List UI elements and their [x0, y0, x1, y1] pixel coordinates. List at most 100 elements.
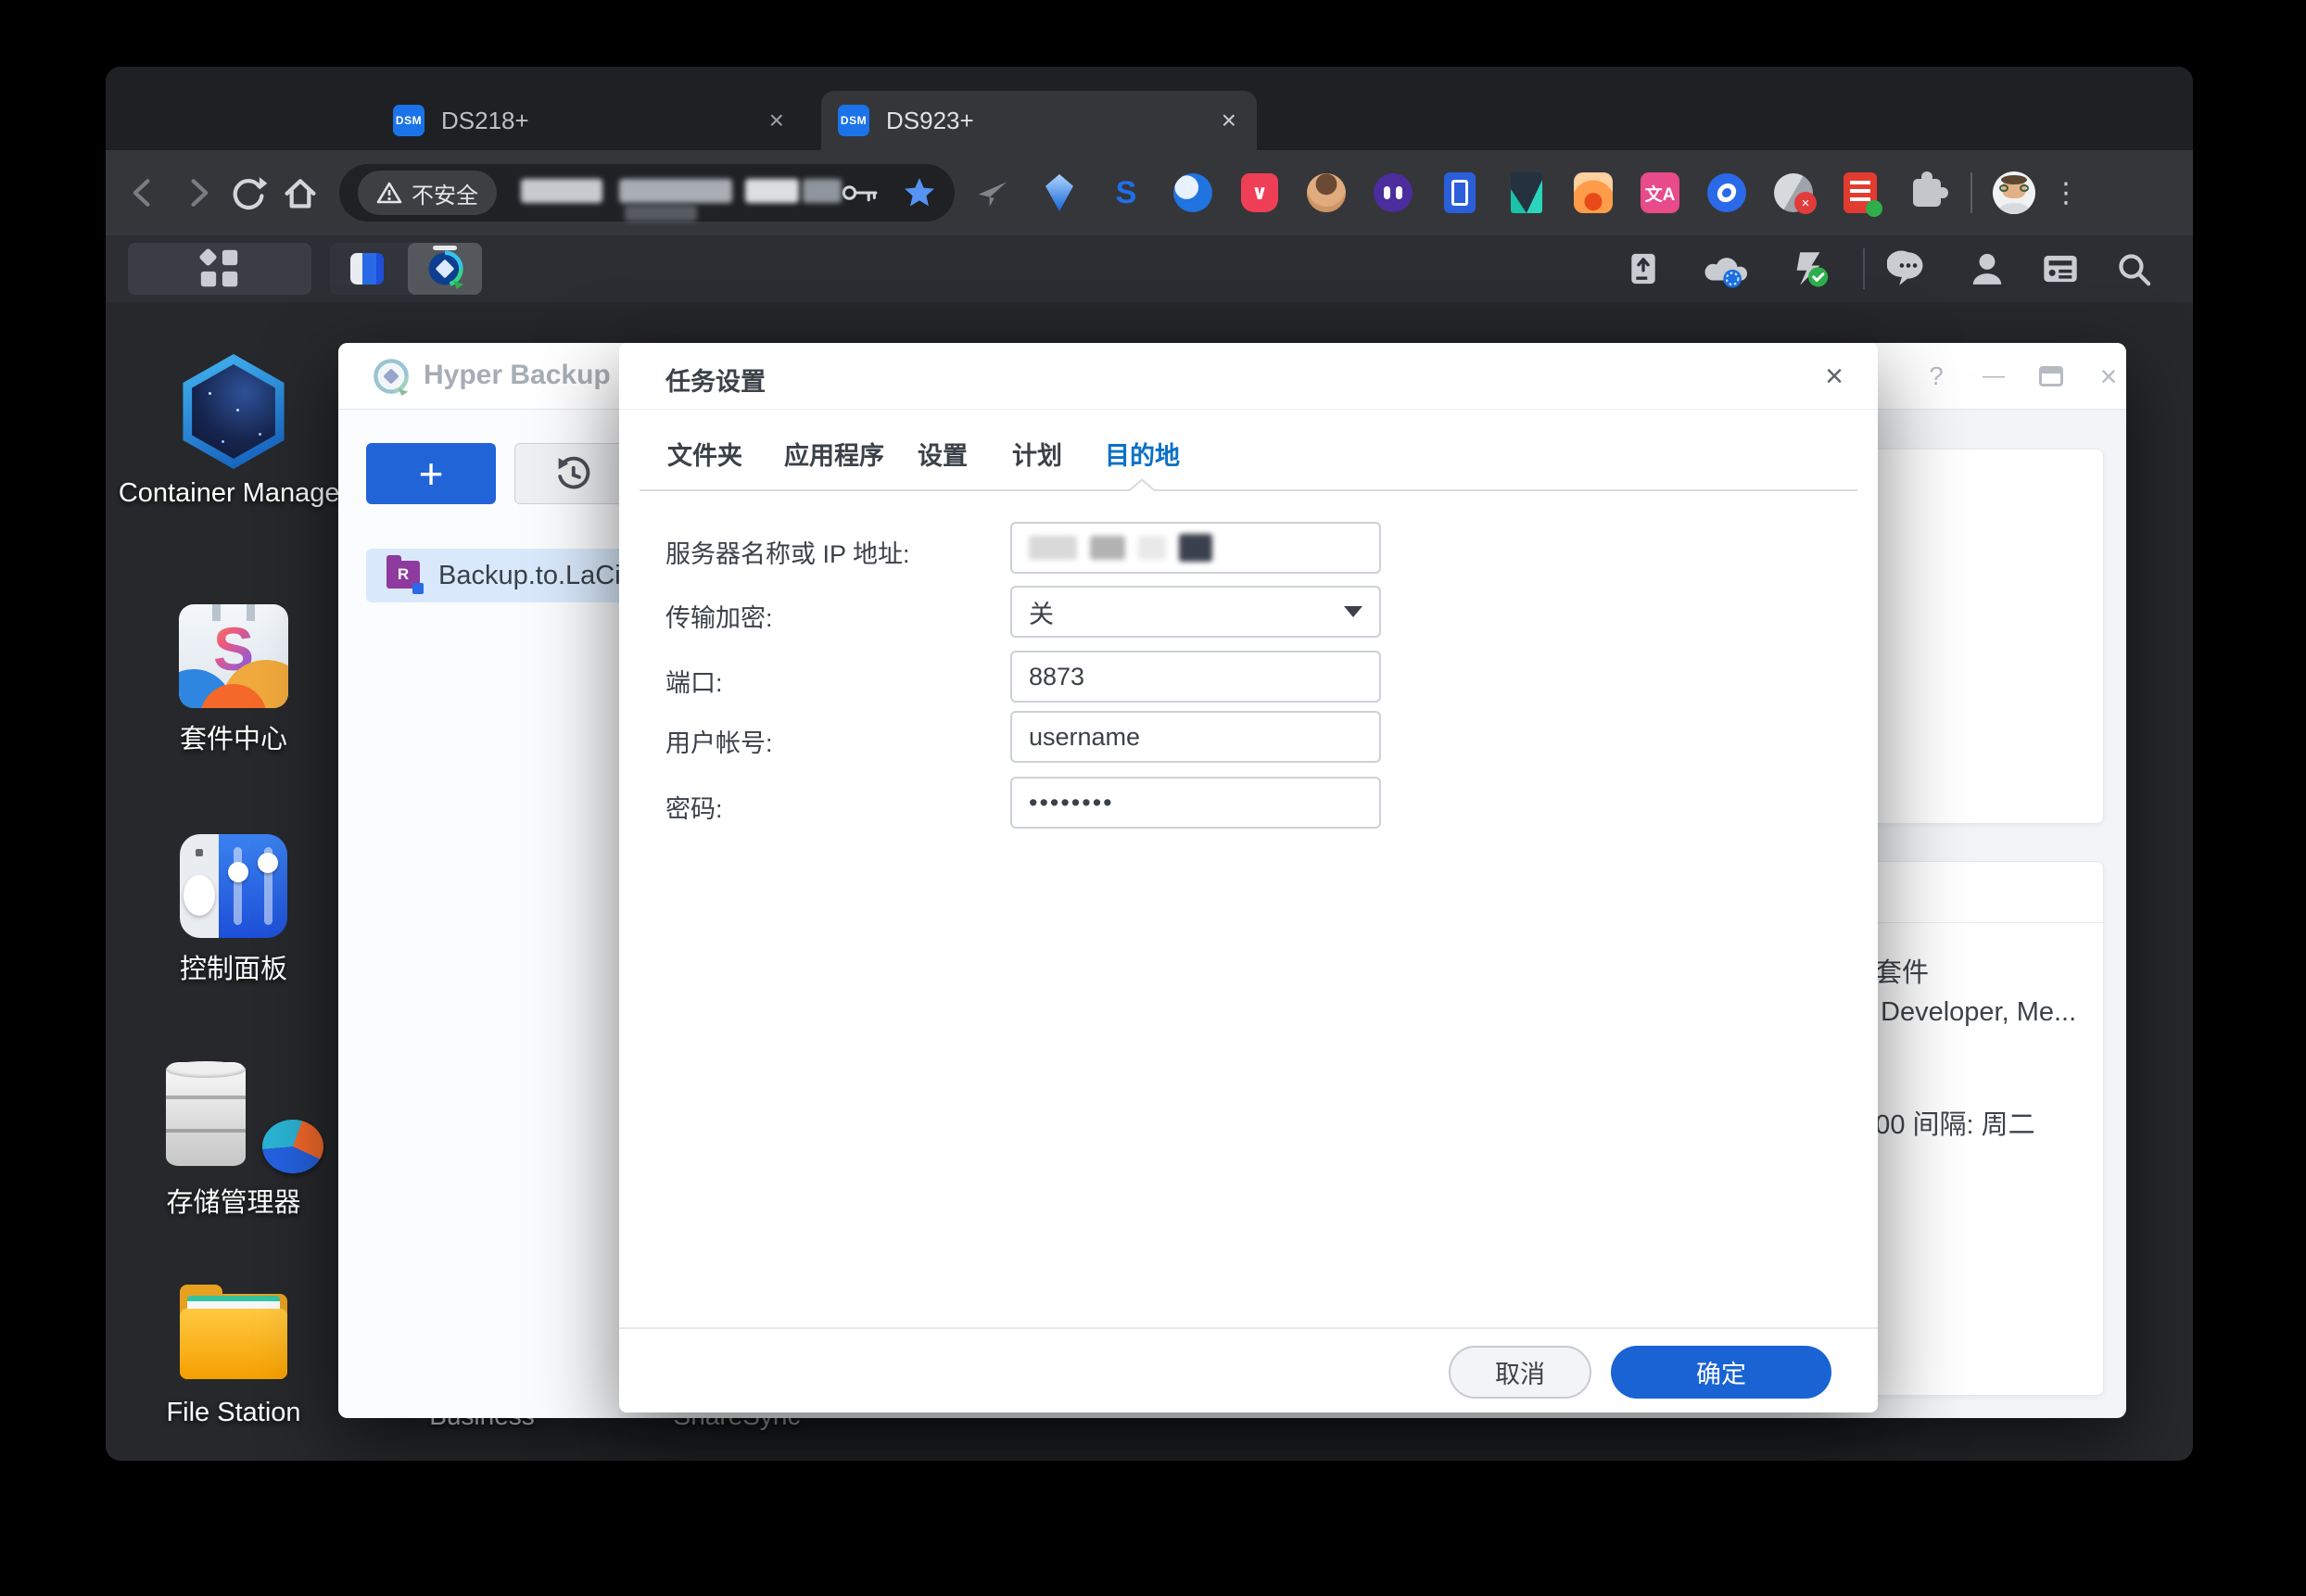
bird-circle-extension-icon[interactable]	[1172, 171, 1214, 214]
cloud-sync-icon[interactable]	[1699, 243, 1753, 295]
window-close-button[interactable]: ×	[2088, 356, 2129, 397]
file-station-icon	[180, 1285, 287, 1379]
dsm-desktop: Container Manager S 套件中心 控制面板 存储管理器 File…	[106, 235, 2193, 1461]
external-device-icon[interactable]	[1616, 243, 1670, 295]
chart-extension-icon[interactable]	[1505, 171, 1548, 214]
dialog-title: 任务设置	[665, 368, 766, 396]
notifications-chat-icon[interactable]	[1882, 243, 1935, 295]
red-notes-extension-icon[interactable]	[1839, 171, 1882, 217]
taskbar-apps-group	[330, 243, 482, 295]
screenshot-stage: DSM DS218+ × DSM DS923+ × +	[0, 0, 2306, 1596]
orange-extension-icon[interactable]	[1572, 171, 1615, 214]
paper-plane-extension-icon[interactable]	[971, 171, 1014, 214]
password-label: 密码:	[665, 795, 723, 823]
desktop-icon-label: Container Manager	[118, 478, 349, 508]
disabled-gray-extension-icon[interactable]: ×	[1772, 171, 1817, 214]
ok-button[interactable]: 确定	[1611, 1346, 1831, 1399]
bookmark-star-icon[interactable]	[903, 176, 936, 209]
search-icon[interactable]	[2107, 243, 2160, 295]
dialog-header[interactable]: 任务设置 ×	[619, 343, 1878, 410]
taskbar-divider	[1863, 248, 1865, 289]
browser-tab-ds923-active[interactable]: DSM DS923+ ×	[821, 91, 1257, 150]
phone-lock-extension-icon[interactable]	[1438, 171, 1481, 214]
warning-icon	[376, 182, 402, 204]
backup-task-name: Backup.to.LaCi	[438, 560, 619, 590]
tab-applications[interactable]: 应用程序	[784, 436, 884, 472]
not-secure-badge[interactable]: 不安全	[358, 171, 497, 215]
tab-settings[interactable]: 设置	[918, 436, 968, 472]
browser-tab-strip: DSM DS218+ × DSM DS923+ × +	[106, 67, 2193, 208]
password-key-icon[interactable]	[842, 179, 879, 207]
add-task-button[interactable]: +	[366, 443, 496, 504]
toolbar-divider	[1970, 172, 1972, 213]
server-input-redacted[interactable]	[1010, 522, 1381, 574]
browser-tab-ds218[interactable]: DSM DS218+ ×	[376, 91, 805, 150]
container-manager-icon	[183, 354, 285, 469]
s-logo-extension-icon[interactable]: S	[1105, 171, 1147, 214]
tab-close-icon[interactable]: ×	[766, 106, 788, 135]
home-button[interactable]	[274, 167, 326, 219]
taskbar-control-panel-button[interactable]	[330, 243, 404, 295]
main-menu-button[interactable]	[128, 243, 311, 295]
encryption-value: 关	[1029, 600, 1054, 628]
desktop-icon-container-manager[interactable]: Container Manager	[118, 354, 349, 509]
desktop-icon-package-center[interactable]: S 套件中心	[118, 599, 349, 756]
widgets-icon[interactable]	[2034, 243, 2087, 295]
window-maximize-button[interactable]	[2031, 356, 2072, 397]
extensions-row: S ∨ 文A ×	[971, 171, 1948, 217]
server-label: 服务器名称或 IP 地址:	[665, 540, 910, 568]
active-app-indicator	[433, 246, 457, 250]
control-panel-mini-icon	[350, 253, 384, 285]
eyes-circle-extension-icon[interactable]	[1372, 171, 1414, 214]
backup-task-item-selected[interactable]: R Backup.to.LaCi	[366, 549, 619, 602]
dialog-close-icon[interactable]: ×	[1811, 356, 1857, 397]
tab-close-icon[interactable]: ×	[1218, 106, 1240, 135]
taskbar-hyper-backup-button-active[interactable]	[408, 243, 482, 295]
encryption-select[interactable]: 关	[1010, 586, 1381, 638]
restore-button[interactable]	[514, 443, 631, 504]
forward-button[interactable]	[171, 167, 222, 219]
task-settings-dialog: 任务设置 × 文件夹 应用程序 设置 计划 目的地 服务器名称或 IP 地址:	[619, 343, 1878, 1412]
synology-drive-icon[interactable]	[1781, 243, 1835, 295]
hyper-backup-summary-card	[1844, 449, 2104, 824]
panel-text-package: 套件	[1875, 958, 1930, 988]
address-bar[interactable]: 不安全	[339, 164, 955, 222]
tab-schedule[interactable]: 计划	[1012, 436, 1062, 472]
browser-menu-icon[interactable]: ⋮	[2046, 171, 2087, 214]
translate-extension-icon[interactable]: 文A	[1639, 171, 1681, 214]
back-button[interactable]	[119, 167, 171, 219]
dsm-taskbar	[106, 235, 2193, 302]
hyper-backup-title: Hyper Backup	[424, 360, 611, 390]
desktop-icon-file-station[interactable]: File Station	[118, 1279, 349, 1428]
not-secure-label: 不安全	[412, 183, 478, 209]
extensions-puzzle-icon[interactable]	[1906, 171, 1948, 214]
package-center-icon: S	[179, 604, 288, 708]
active-tab-notch-inner	[1129, 481, 1155, 492]
chevron-down-icon	[1344, 606, 1362, 617]
panel-text-schedule: 9:00 间隔: 周二	[1853, 1110, 2035, 1140]
user-account-icon[interactable]	[1960, 243, 2014, 295]
desktop-icon-control-panel[interactable]: 控制面板	[118, 829, 349, 986]
reload-button[interactable]	[222, 167, 274, 219]
storage-manager-icon	[118, 1061, 349, 1173]
tab-folder[interactable]: 文件夹	[667, 436, 742, 472]
url-redacted	[497, 164, 842, 222]
password-input[interactable]	[1010, 777, 1381, 829]
port-input[interactable]	[1010, 651, 1381, 703]
username-input[interactable]	[1010, 711, 1381, 763]
pocket-extension-icon[interactable]: ∨	[1238, 171, 1281, 214]
ring-circle-extension-icon[interactable]	[1705, 171, 1748, 214]
gem-extension-icon[interactable]	[1038, 171, 1081, 214]
desktop-icon-label: 控制面板	[179, 955, 287, 984]
cancel-button[interactable]: 取消	[1449, 1346, 1591, 1399]
profile-avatar[interactable]	[1993, 171, 2035, 214]
desktop-icon-label: 存储管理器	[166, 1188, 301, 1218]
tab-destination-active[interactable]: 目的地	[1105, 436, 1180, 472]
tab-underline	[640, 489, 1857, 491]
avatar-face-extension-icon[interactable]	[1305, 171, 1348, 214]
restore-history-icon	[558, 456, 590, 489]
window-minimize-button[interactable]: —	[1973, 356, 2014, 397]
window-help-button[interactable]: ?	[1916, 356, 1957, 397]
desktop-icon-label: File Station	[166, 1398, 301, 1427]
desktop-icon-storage-manager[interactable]: 存储管理器	[118, 1057, 349, 1220]
